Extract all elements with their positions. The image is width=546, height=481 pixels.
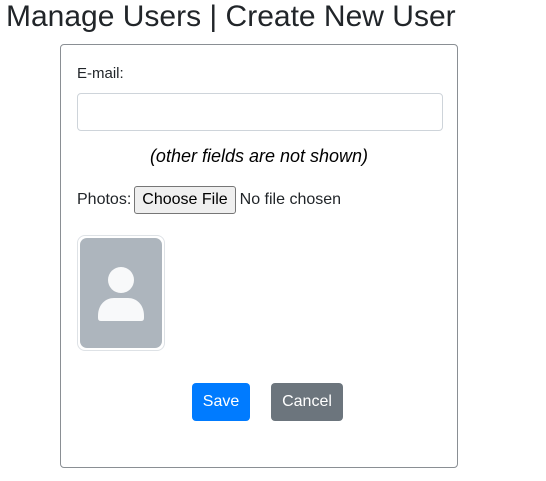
cancel-button[interactable]: Cancel [271,383,343,421]
photo-thumbnail [77,235,165,351]
file-status: No file chosen [239,191,342,208]
save-button[interactable]: Save [192,383,250,421]
create-user-form: E-mail: (other fields are not shown) Pho… [60,44,458,468]
email-field[interactable] [77,93,443,131]
email-label: E-mail: [77,65,124,82]
choose-file-button[interactable]: Choose File [134,186,236,214]
fields-note: (other fields are not shown) [149,146,369,166]
page: Manage Users | Create New User E-mail: (… [0,0,546,481]
photos-label: Photos: [77,191,132,208]
page-title: Manage Users | Create New User [6,0,456,33]
photos-row: Photos: Choose File No file chosen [77,185,341,215]
user-placeholder-icon [80,238,162,348]
